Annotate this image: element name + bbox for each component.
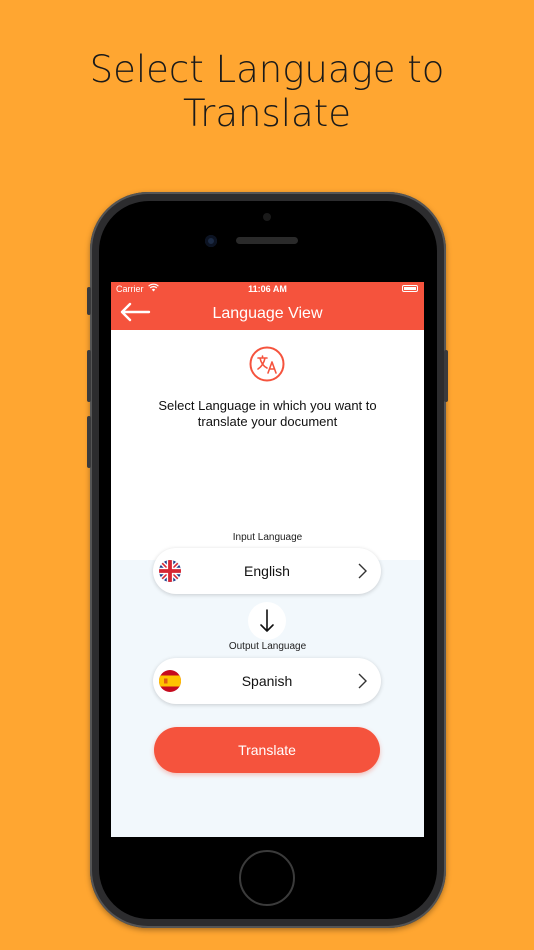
headline-line-1: Select Language to — [89, 48, 445, 91]
status-bar: Carrier 11:06 AM — [111, 282, 424, 296]
power-button — [444, 350, 448, 402]
volume-up-button — [87, 350, 91, 402]
front-camera-icon — [205, 235, 217, 247]
chevron-right-icon — [358, 563, 367, 579]
arrow-down-icon — [260, 609, 274, 632]
earpiece-speaker — [236, 237, 298, 244]
instruction-text: Select Language in which you want to tra… — [131, 398, 404, 430]
home-button[interactable] — [239, 850, 295, 906]
promo-headline: Select Language to Translate — [0, 48, 534, 136]
volume-down-button — [87, 416, 91, 468]
instruction-line-1: Select Language in which you want to — [158, 398, 377, 413]
nav-title: Language View — [212, 305, 323, 322]
input-language-value: English — [244, 563, 290, 579]
headline-line-2: Translate — [183, 92, 351, 135]
instruction-line-2: translate your document — [197, 414, 338, 429]
nav-bar: Language View — [111, 296, 424, 330]
chevron-right-icon — [358, 673, 367, 689]
input-language-label: Input Language — [232, 532, 303, 543]
translate-icon — [249, 346, 285, 382]
swap-languages-button[interactable] — [248, 602, 286, 640]
battery-icon — [402, 285, 418, 292]
proximity-sensor — [263, 213, 271, 221]
input-language-selector[interactable]: English — [153, 548, 381, 594]
output-language-value: Spanish — [241, 673, 293, 689]
mute-switch — [87, 287, 91, 315]
output-language-selector[interactable]: Spanish — [153, 658, 381, 704]
status-time: 11:06 AM — [248, 284, 287, 294]
output-language-label: Output Language — [228, 641, 307, 652]
app-screen: Carrier 11:06 AM Language View Select La… — [111, 282, 424, 837]
translate-button[interactable]: Translate — [154, 727, 380, 773]
